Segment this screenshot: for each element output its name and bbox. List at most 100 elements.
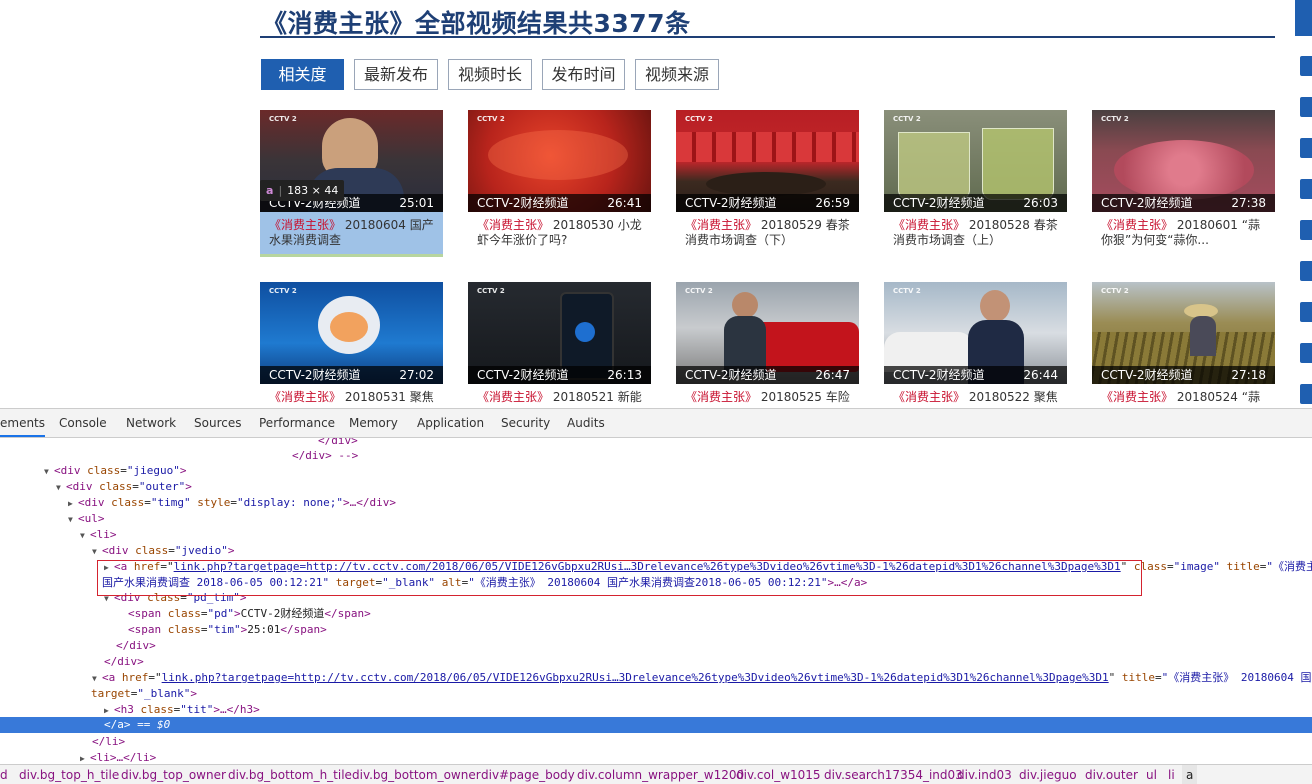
video-caption[interactable]: 《消费主张》 20180525 车险 <box>676 384 859 408</box>
breadcrumb-item[interactable]: div.outer <box>1085 765 1138 784</box>
video-caption[interactable]: 《消费主张》 20180529 春茶消费市场调查（下） <box>676 212 859 254</box>
breadcrumb-item[interactable]: div.bg_top_owner <box>121 765 226 784</box>
expand-triangle-icon[interactable]: ▼ <box>44 464 54 479</box>
breadcrumb-item[interactable]: div.ind03 <box>957 765 1012 784</box>
breadcrumb-item-current[interactable]: a <box>1182 765 1198 784</box>
video-caption[interactable]: 《消费主张》 20180521 新能 <box>468 384 651 408</box>
node-attr-value: "_blank" <box>137 687 191 700</box>
toolbar-button[interactable] <box>1300 302 1312 322</box>
toolbar-button[interactable] <box>1300 261 1312 281</box>
channel-name: CCTV-2财经频道 <box>477 368 569 382</box>
video-card[interactable]: CCTV 2 CCTV-2财经频道 27:38 《消费主张》 20180601 … <box>1092 110 1275 254</box>
tab-elements[interactable]: ements <box>0 409 46 437</box>
dom-node-continued[interactable]: target="_blank"> <box>0 686 1312 701</box>
breadcrumb-item[interactable]: ul <box>1146 765 1157 784</box>
expand-triangle-icon[interactable]: ▼ <box>56 480 66 495</box>
video-duration: 27:18 <box>1231 368 1266 382</box>
dom-node[interactable]: </div> <box>0 638 1312 653</box>
dom-node[interactable]: ▼ <ul> <box>0 511 1312 526</box>
tab-duration[interactable]: 视频时长 <box>448 59 532 90</box>
toolbar-button[interactable] <box>1300 56 1312 76</box>
video-caption[interactable]: 《消费主张》 20180604 国产水果消费调查 <box>260 212 443 254</box>
breadcrumb-item[interactable]: div.bg_bottom_h_tile <box>228 765 352 784</box>
tab-video-source[interactable]: 视频来源 <box>635 59 719 90</box>
breadcrumb-item[interactable]: div#page_body <box>481 765 575 784</box>
expand-triangle-icon[interactable]: ▼ <box>92 671 102 686</box>
toolbar-button[interactable] <box>1300 97 1312 117</box>
video-thumbnail[interactable]: CCTV 2 CCTV-2财经频道 26:47 <box>676 282 859 384</box>
breadcrumb-item[interactable]: div.col_w1015 <box>736 765 821 784</box>
dom-node[interactable]: ▼ <li> <box>0 527 1312 542</box>
dom-node[interactable]: ▼ <div class="jieguo"> <box>0 463 1312 478</box>
node-href-link[interactable]: link.php?targetpage=http://tv.cctv.com/2… <box>162 671 1109 684</box>
tab-console[interactable]: Console <box>59 409 107 437</box>
video-duration: 26:47 <box>815 368 850 382</box>
toolbar-button[interactable] <box>1300 220 1312 240</box>
breadcrumb-item[interactable]: div.jieguo <box>1019 765 1077 784</box>
video-caption[interactable]: 《消费主张》 20180601 “蒜你狠”为何变“蒜你... <box>1092 212 1275 254</box>
dom-node[interactable]: ▶ <div class="timg" style="display: none;… <box>0 495 1312 510</box>
toolbar-button[interactable] <box>1300 179 1312 199</box>
dom-node[interactable]: </div> <box>0 438 1312 448</box>
toolbar-button[interactable] <box>1300 138 1312 158</box>
video-caption[interactable]: 《消费主张》 20180528 春茶消费市场调查（上） <box>884 212 1067 254</box>
video-card[interactable]: CCTV 2 CCTV-2财经频道 26:41 《消费主张》 20180530 … <box>468 110 651 254</box>
video-caption[interactable]: 《消费主张》 20180522 聚焦 <box>884 384 1067 408</box>
video-card[interactable]: CCTV 2 CCTV-2财经频道 27:18 《消费主张》 20180524 … <box>1092 282 1275 408</box>
tab-application[interactable]: Application <box>417 409 484 437</box>
video-thumbnail[interactable]: CCTV 2 CCTV-2财经频道 27:38 <box>1092 110 1275 212</box>
video-card[interactable]: CCTV 2 CCTV-2财经频道 26:47 《消费主张》 20180525 … <box>676 282 859 408</box>
breadcrumb-item[interactable]: div.search17354_ind03 <box>824 765 963 784</box>
tab-audits[interactable]: Audits <box>567 409 605 437</box>
collapse-triangle-icon[interactable]: ▶ <box>104 703 114 718</box>
video-caption[interactable]: 《消费主张》 20180524 “蒜 <box>1092 384 1275 408</box>
tab-performance[interactable]: Performance <box>259 409 335 437</box>
video-duration: 26:13 <box>607 368 642 382</box>
tab-network[interactable]: Network <box>126 409 176 437</box>
dom-node[interactable]: </div> <box>0 654 1312 669</box>
expand-triangle-icon[interactable]: ▼ <box>68 512 78 527</box>
dom-node[interactable]: ▶ <li>…</li> <box>0 750 1312 764</box>
expand-triangle-icon[interactable]: ▼ <box>80 528 90 543</box>
expand-triangle-icon[interactable]: ▼ <box>92 544 102 559</box>
dom-node[interactable]: ▼ <div class="jvedio"> <box>0 543 1312 558</box>
breadcrumb-item[interactable]: d <box>0 765 8 784</box>
tab-memory[interactable]: Memory <box>349 409 398 437</box>
video-thumbnail[interactable]: CCTV 2 CCTV-2财经频道 27:02 <box>260 282 443 384</box>
video-caption[interactable]: 《消费主张》 20180530 小龙虾今年涨价了吗? <box>468 212 651 254</box>
video-card[interactable]: CCTV 2 CCTV-2财经频道 26:13 《消费主张》 20180521 … <box>468 282 651 408</box>
tab-relevance[interactable]: 相关度 <box>261 59 344 90</box>
dom-node[interactable]: <span class="tim">25:01</span> <box>0 622 1312 637</box>
tab-latest[interactable]: 最新发布 <box>354 59 438 90</box>
video-card[interactable]: CCTV 2 CCTV-2财经频道 26:59 《消费主张》 20180529 … <box>676 110 859 254</box>
tab-security[interactable]: Security <box>501 409 550 437</box>
breadcrumb-item[interactable]: div.bg_bottom_owner <box>352 765 481 784</box>
dom-node[interactable]: ▼ <a href="link.php?targetpage=http://tv.… <box>0 670 1312 685</box>
dom-node[interactable]: ▼ <div class="outer"> <box>0 479 1312 494</box>
video-thumbnail[interactable]: CCTV 2 CCTV-2财经频道 26:41 <box>468 110 651 212</box>
video-card[interactable]: CCTV 2 CCTV-2财经频道 26:03 《消费主张》 20180528 … <box>884 110 1067 254</box>
dom-node[interactable]: <span class="pd">CCTV-2财经频道</span> <box>0 606 1312 621</box>
collapse-triangle-icon[interactable]: ▶ <box>80 751 90 764</box>
breadcrumb-item[interactable]: li <box>1168 765 1175 784</box>
collapse-triangle-icon[interactable]: ▶ <box>68 496 78 511</box>
video-caption[interactable]: 《消费主张》 20180531 聚焦 <box>260 384 443 408</box>
breadcrumb-item[interactable]: div.bg_top_h_tile <box>19 765 119 784</box>
toolbar-button[interactable] <box>1300 343 1312 363</box>
dom-node[interactable]: ▶ <h3 class="tit">…</h3> <box>0 702 1312 717</box>
tab-publish-time[interactable]: 发布时间 <box>542 59 625 90</box>
video-thumbnail[interactable]: CCTV 2 CCTV-2财经频道 26:59 <box>676 110 859 212</box>
node-attr-value: "outer" <box>138 480 186 493</box>
dom-node[interactable]: </li> <box>0 734 1312 749</box>
video-card[interactable]: CCTV 2 CCTV-2财经频道 26:44 《消费主张》 20180522 … <box>884 282 1067 408</box>
video-card[interactable]: CCTV 2 CCTV-2财经频道 27:02 《消费主张》 20180531 … <box>260 282 443 408</box>
dom-node-selected[interactable]: </a> == $0 <box>0 717 1312 733</box>
tab-sources[interactable]: Sources <box>194 409 241 437</box>
video-thumbnail[interactable]: CCTV 2 CCTV-2财经频道 26:03 <box>884 110 1067 212</box>
video-thumbnail[interactable]: CCTV 2 CCTV-2财经频道 26:44 <box>884 282 1067 384</box>
dom-node[interactable]: </div> --> <box>0 448 1312 463</box>
video-thumbnail[interactable]: CCTV 2 CCTV-2财经频道 26:13 <box>468 282 651 384</box>
breadcrumb-item[interactable]: div.column_wrapper_w1200 <box>577 765 744 784</box>
video-thumbnail[interactable]: CCTV 2 CCTV-2财经频道 27:18 <box>1092 282 1275 384</box>
toolbar-button[interactable] <box>1300 384 1312 404</box>
